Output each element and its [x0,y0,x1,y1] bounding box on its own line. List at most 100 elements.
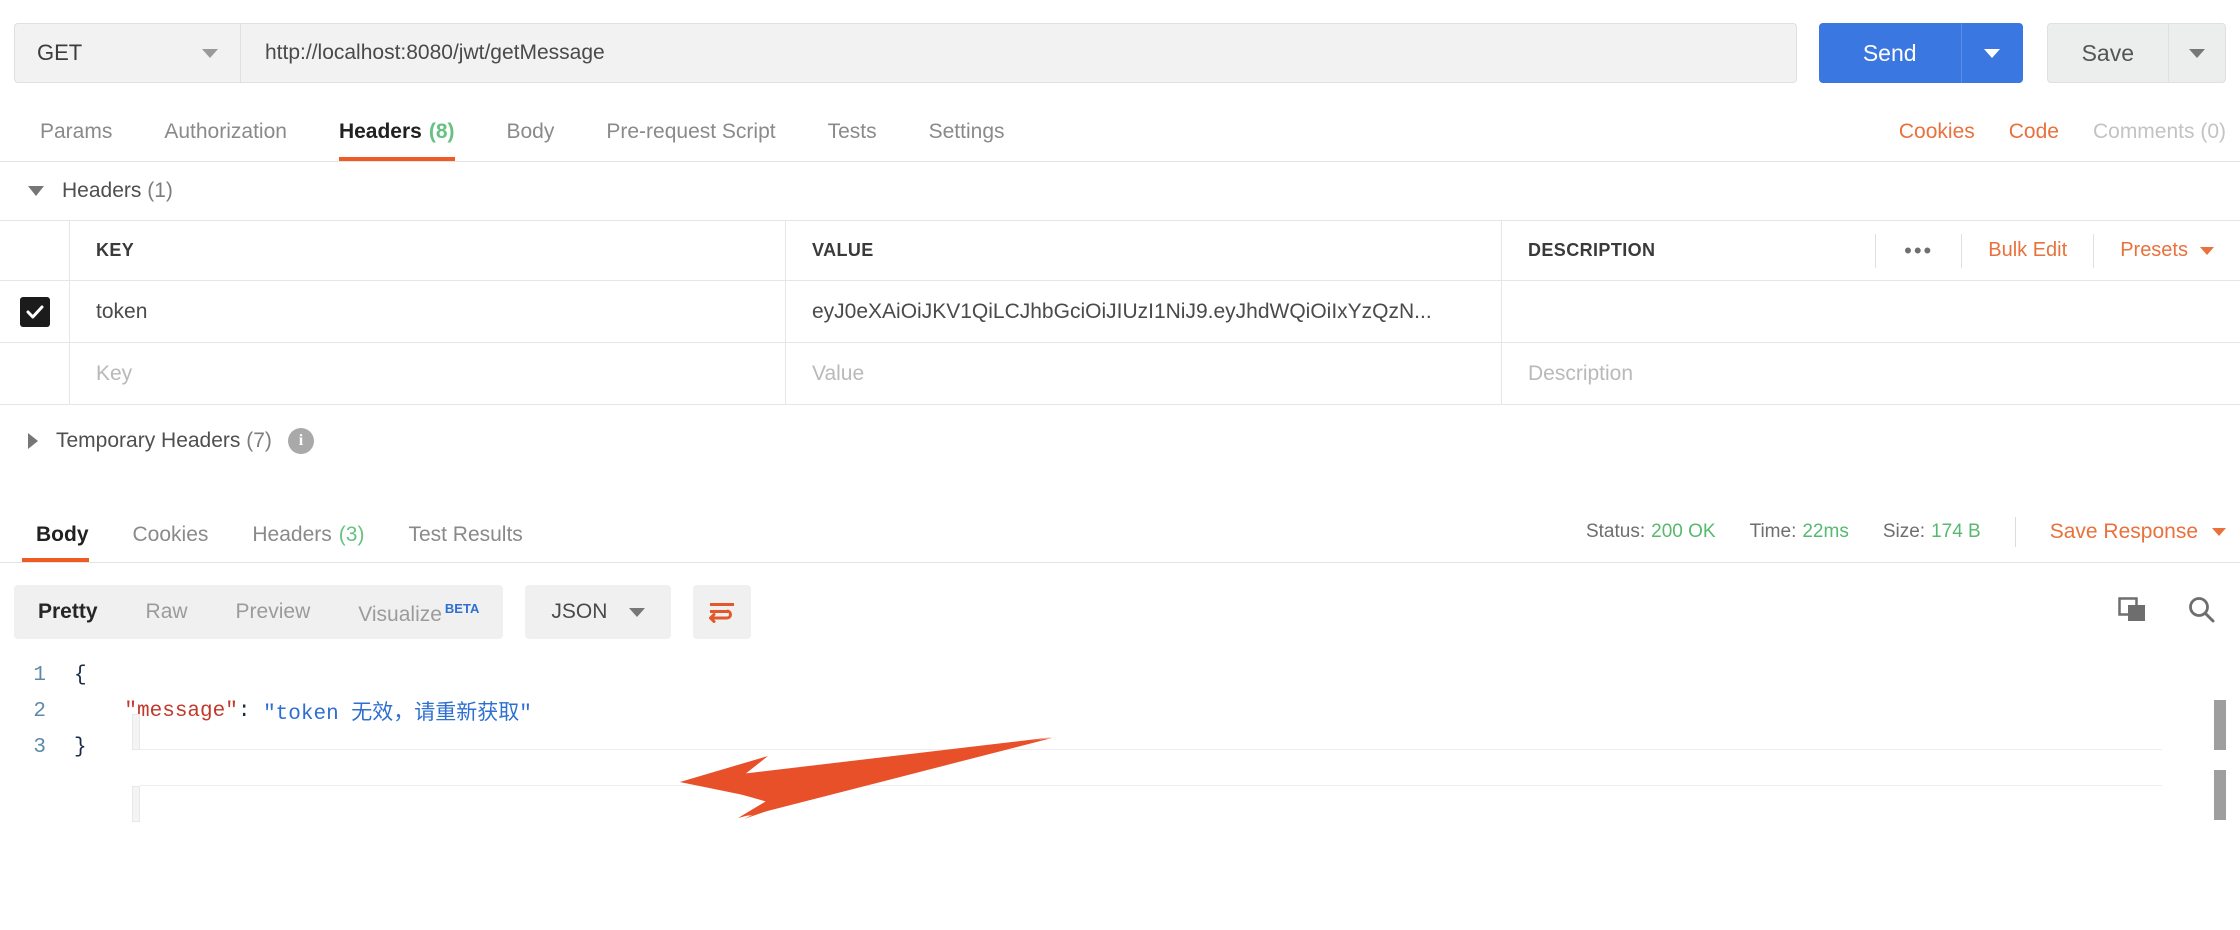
postman-window: GET http://localhost:8080/jwt/getMessage… [0,0,2240,930]
info-icon[interactable]: i [287,428,314,454]
chevron-down-icon [202,48,218,58]
tab-tests[interactable]: Tests [802,120,903,161]
tab-label: Pre-request Script [606,120,776,143]
code-line-text: } [74,735,87,759]
row-value-text: eyJ0eXAiOiJKV1QiLCJhbGciOiJIUzI1NiJ9.eyJ… [812,299,1432,323]
response-tab-test-results[interactable]: Test Results [386,523,544,562]
tab-pre-request-script[interactable]: Pre-request Script [580,120,801,161]
response-tab-headers[interactable]: Headers (3) [230,523,386,562]
tab-label: Test Results [408,523,523,546]
headers-table-header: KEY VALUE DESCRIPTION ••• Bulk Edit Pres… [0,221,2240,281]
temporary-headers-count: (7) [246,429,272,452]
chevron-down-icon [2200,246,2214,255]
code-row-separator [140,785,2162,786]
temporary-headers-toggle[interactable]: Temporary Headers (7) i [0,405,2240,477]
tab-label: Authorization [164,120,287,143]
view-preview[interactable]: Preview [212,585,335,639]
bulk-edit-label: Bulk Edit [1988,239,2068,261]
new-value-placeholder: Value [812,361,865,385]
comments-link[interactable]: Comments (0) [2093,120,2226,144]
column-description-label: DESCRIPTION [1528,240,1656,260]
search-button[interactable] [2186,595,2216,630]
row-value-cell[interactable]: eyJ0eXAiOiJKV1QiLCJhbGciOiJIUzI1NiJ9.eyJ… [786,281,1502,342]
headers-section-count: (1) [147,179,173,202]
request-url-bar: GET http://localhost:8080/jwt/getMessage… [0,0,2240,90]
url-input[interactable]: http://localhost:8080/jwt/getMessage [240,23,1797,83]
code-fold-marker [132,714,140,750]
new-value-input[interactable]: Value [786,343,1502,404]
send-options-button[interactable] [1960,23,2023,83]
save-options-button[interactable] [2168,23,2226,83]
response-meta: Status: 200 OK Time: 22ms Size: 174 B Save … [1552,517,2226,562]
tab-label: Settings [928,120,1005,143]
view-pretty[interactable]: Pretty [14,585,122,639]
triangle-down-icon[interactable] [28,186,44,196]
view-visualize[interactable]: Visualize BETA [334,582,503,642]
divider [2014,517,2016,547]
tab-params[interactable]: Params [14,120,138,161]
time-metric: Time: 22ms [1750,521,1849,543]
table-row: token eyJ0eXAiOiJKV1QiLCJhbGciOiJIUzI1Ni… [0,281,2240,343]
tab-count: (3) [338,523,365,546]
save-response-button[interactable]: Save Response [2050,520,2226,544]
tab-settings[interactable]: Settings [903,120,1031,161]
horizontal-scrollbar-thumb[interactable] [2214,770,2226,820]
save-button[interactable]: Save [2046,23,2168,83]
bulk-edit-button[interactable]: Bulk Edit [1962,239,2093,262]
triangle-right-icon[interactable] [28,433,38,449]
chevron-down-icon [1984,48,2001,58]
new-description-input[interactable]: Description [1502,343,2240,404]
wrap-lines-button[interactable] [693,585,752,639]
size-value: 174 B [1931,521,1981,542]
code-fold-marker [132,786,140,822]
row-checkbox[interactable] [19,296,50,327]
copy-button[interactable] [2118,596,2148,629]
code-link[interactable]: Code [2009,120,2059,144]
headers-section-title: Headers (1) [62,179,173,203]
tab-label: Headers [338,120,422,143]
code-line-text: { [74,663,87,687]
size-label: Size: [1882,521,1926,542]
headers-section-toggle[interactable]: Headers (1) [0,162,2240,220]
code-row-separator [140,749,2162,750]
method-selector[interactable]: GET [14,23,240,83]
new-key-input[interactable]: Key [70,343,786,404]
cookies-link[interactable]: Cookies [1899,120,1975,144]
presets-button[interactable]: Presets [2094,239,2240,262]
response-tab-body[interactable]: Body [14,523,111,562]
tab-label: Headers [252,523,332,546]
headers-table: KEY VALUE DESCRIPTION ••• Bulk Edit Pres… [0,220,2240,405]
more-options-icon[interactable]: ••• [1876,238,1961,264]
chevron-down-icon [629,607,646,617]
row-description-cell[interactable] [1502,281,2240,342]
save-response-label: Save Response [2049,520,2198,543]
vertical-scrollbar-thumb[interactable] [2214,700,2226,750]
tab-body[interactable]: Body [481,120,581,161]
tab-authorization[interactable]: Authorization [138,120,313,161]
code-line: 2 "message" : "token 无效，请重新获取" [14,693,2240,729]
size-metric: Size: 174 B [1883,521,1981,543]
line-number: 2 [33,699,46,723]
response-view-switcher: Pretty Raw Preview Visualize BETA [14,582,504,642]
response-format-selector[interactable]: JSON [525,585,672,639]
chevron-down-icon [2212,528,2226,536]
code-colon: : [237,699,264,723]
view-raw[interactable]: Raw [122,585,212,639]
column-description: DESCRIPTION ••• Bulk Edit Presets [1502,221,2240,280]
row-key-cell[interactable]: token [70,281,786,342]
view-visualize-label: Visualize [358,603,442,626]
temporary-headers-title: Temporary Headers (7) [56,429,272,453]
url-text: http://localhost:8080/jwt/getMessage [265,41,605,64]
tab-headers[interactable]: Headers (8) [313,120,481,161]
format-label: JSON [551,600,608,623]
send-button[interactable]: Send [1818,23,1961,83]
response-body-actions [2118,595,2226,630]
send-button-group: Send [1818,23,2023,83]
tab-label: Body [506,120,555,143]
response-tab-cookies[interactable]: Cookies [111,523,231,562]
tab-count: (8) [428,120,455,143]
time-label: Time: [1749,521,1797,542]
method-label: GET [37,40,83,65]
tab-label: Body [36,523,89,546]
